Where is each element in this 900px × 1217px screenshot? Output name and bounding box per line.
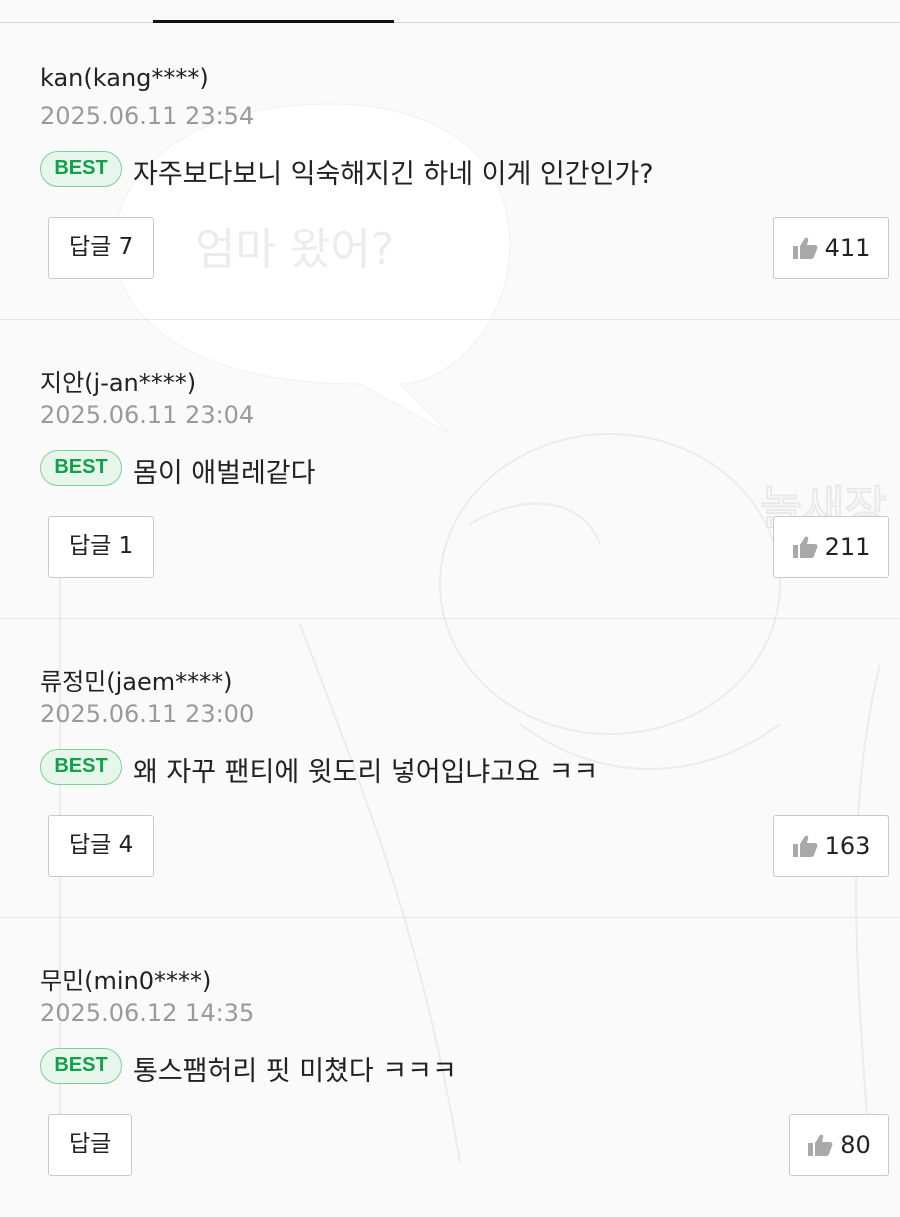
comment-author[interactable]: 지안(j-an****) [40,363,196,398]
comment-divider [0,319,900,320]
comment-author[interactable]: 무민(min0****) [40,961,211,996]
reply-button[interactable]: 답글 [48,1114,133,1176]
comment-text: 왜 자꾸 팬티에 윗도리 넣어입냐고요 ㅋㅋ [133,757,599,788]
reply-button[interactable]: 답글 7 [48,217,155,279]
comment-divider [0,618,900,619]
comment-date: 2025.06.11 23:04 [40,401,255,429]
comment-text: 몸이 애벌레같다 [133,458,316,489]
tab-bar [0,0,900,24]
like-count: 163 [824,832,871,860]
thumbs-up-icon [792,237,817,259]
comment-item: 무민(min0****) 2025.06.12 14:35 BEST 통스팸허리… [0,919,900,1217]
comment-item: 지안(j-an****) 2025.06.11 23:04 BEST 몸이 애벌… [0,321,900,619]
thumbs-up-icon [792,835,817,857]
reply-button[interactable]: 답글 4 [48,815,155,877]
reply-button[interactable]: 답글 1 [48,516,155,578]
comment-date: 2025.06.11 23:00 [40,700,255,728]
comment-author[interactable]: 류정민(jaem****) [40,662,233,697]
thumbs-up-icon [792,536,817,558]
comment-item: 류정민(jaem****) 2025.06.11 23:00 BEST 왜 자꾸… [0,620,900,918]
best-badge: BEST [40,151,122,187]
best-badge: BEST [40,749,122,785]
thumbs-up-icon [808,1134,833,1156]
like-button[interactable]: 211 [773,516,889,578]
comment-item: kan(kang****) 2025.06.11 23:54 BEST 자주보다… [0,22,900,320]
like-count: 411 [824,234,871,262]
comment-text: 자주보다보니 익숙해지긴 하네 이게 인간인가? [133,159,654,190]
best-badge: BEST [40,1048,122,1084]
like-button[interactable]: 80 [789,1114,889,1176]
like-count: 211 [824,533,871,561]
comment-text: 통스팸허리 핏 미쳤다 ㅋㅋㅋ [133,1056,457,1087]
comment-date: 2025.06.11 23:54 [40,102,255,130]
comment-divider [0,917,900,918]
best-badge: BEST [40,450,122,486]
like-count: 80 [840,1131,871,1159]
comment-author[interactable]: kan(kang****) [40,64,209,92]
like-button[interactable]: 411 [773,217,889,279]
like-button[interactable]: 163 [773,815,889,877]
comment-date: 2025.06.12 14:35 [40,999,255,1027]
